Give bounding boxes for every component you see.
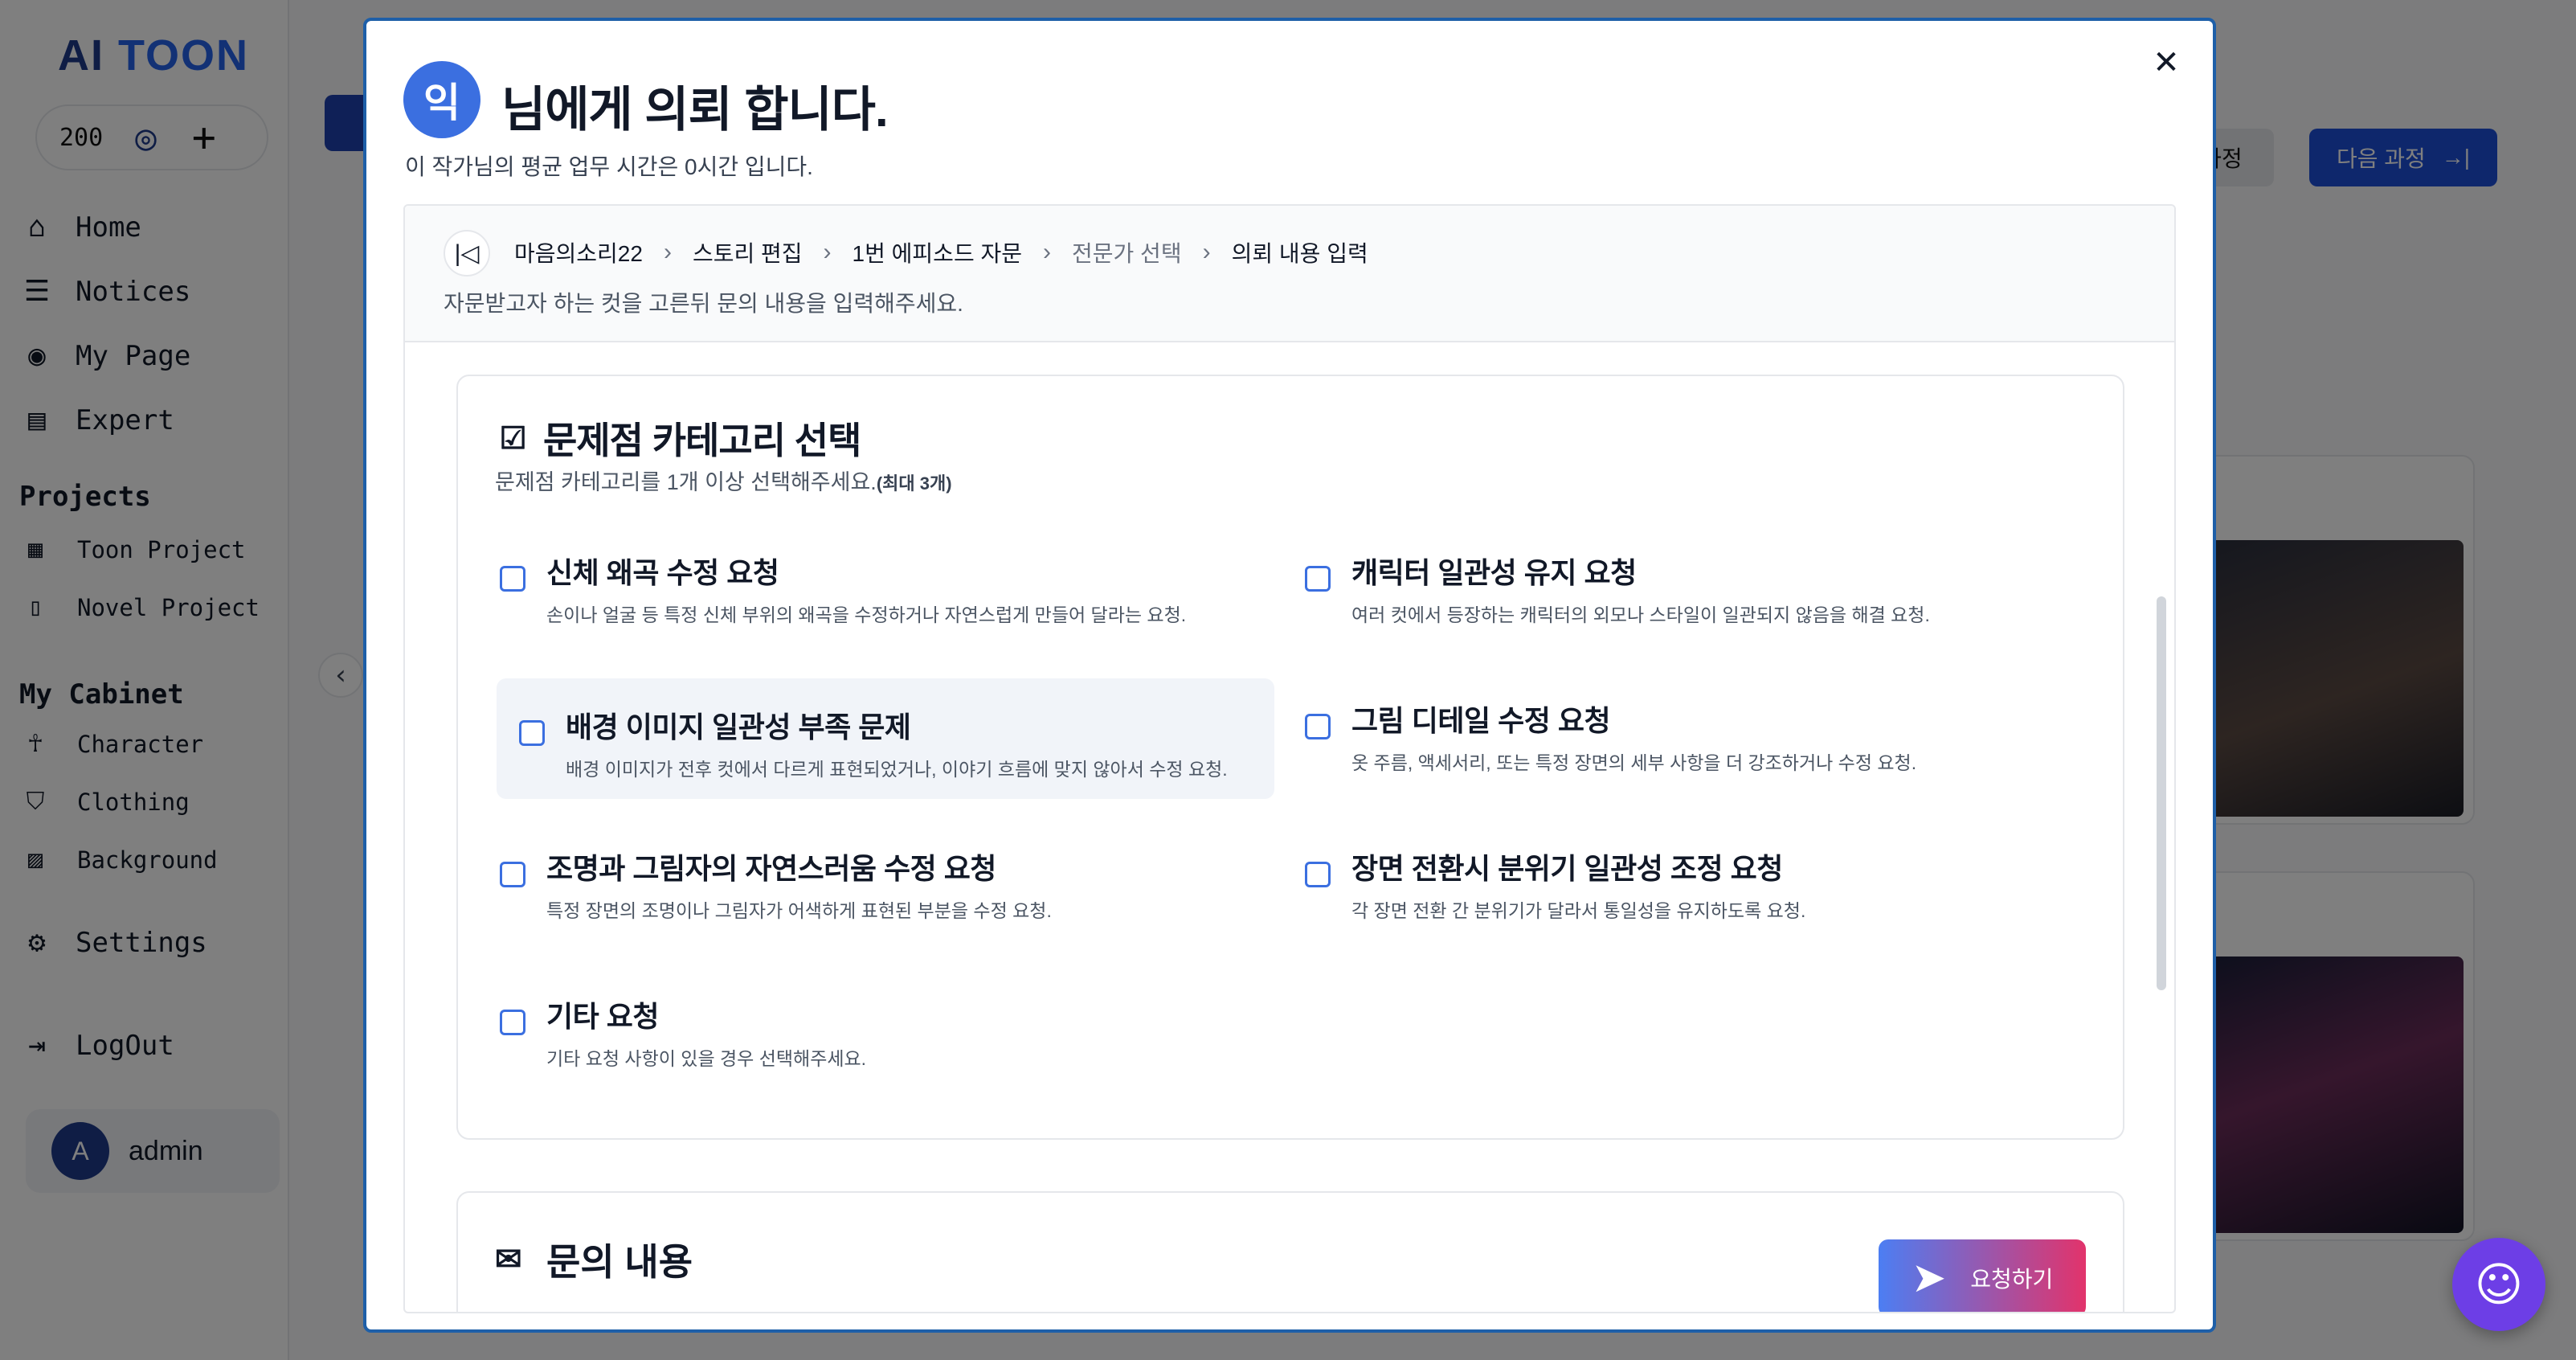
option-description: 각 장면 전환 간 분위기가 달라서 통일성을 유지하도록 요청. — [1351, 900, 1806, 921]
breadcrumb: 마음의소리22 › 스토리 편집 › 1번 에피소드 자문 › 전문가 선택 ›… — [514, 236, 1368, 268]
chevron-right-icon: › — [1202, 239, 1211, 265]
category-checkbox[interactable] — [500, 862, 525, 887]
category-section: ☑ 문제점 카테고리 선택 문제점 카테고리를 1개 이상 선택해주세요.(최대… — [456, 375, 2124, 1140]
mail-question-icon: ✉ — [495, 1242, 522, 1277]
modal-content: |◁ 마음의소리22 › 스토리 편집 › 1번 에피소드 자문 › 전문가 선… — [403, 204, 2176, 1313]
breadcrumb-area: |◁ 마음의소리22 › 스토리 편집 › 1번 에피소드 자문 › 전문가 선… — [405, 206, 2174, 342]
modal-subtitle: 이 작가님의 평균 업무 시간은 0시간 입니다. — [405, 154, 813, 179]
category-checkbox[interactable] — [1305, 566, 1331, 592]
request-button-label: 요청하기 — [1970, 1267, 2054, 1292]
option-title: 캐릭터 일관성 유지 요청 — [1351, 556, 1637, 589]
option-title: 기타 요청 — [546, 1000, 659, 1033]
breadcrumb-item[interactable]: 1번 에피소드 자문 — [853, 236, 1022, 268]
option-description: 손이나 얼굴 등 특정 신체 부위의 왜곡을 수정하거나 자연스럽게 만들어 달… — [546, 604, 1187, 625]
back-to-start-icon[interactable]: |◁ — [444, 230, 490, 277]
category-option[interactable]: 그림 디테일 수정 요청 옷 주름, 액세서리, 또는 특정 장면의 세부 사항… — [1282, 672, 2060, 793]
category-checkbox[interactable] — [500, 1010, 525, 1035]
modal-title: 님에게 의뢰 합니다. — [501, 83, 889, 137]
breadcrumb-hint: 자문받고자 하는 컷을 고른뒤 문의 내용을 입력해주세요. — [444, 291, 963, 316]
breadcrumb-item[interactable]: 마음의소리22 — [514, 236, 643, 268]
category-option[interactable]: 캐릭터 일관성 유지 요청 여러 컷에서 등장하는 캐릭터의 외모나 스타일이 … — [1282, 524, 2060, 645]
category-subtitle-text: 문제점 카테고리를 1개 이상 선택해주세요. — [495, 470, 877, 494]
category-checkbox[interactable] — [1305, 714, 1331, 739]
scrollbar[interactable] — [2157, 596, 2166, 990]
option-title: 조명과 그림자의 자연스러움 수정 요청 — [546, 852, 996, 885]
option-description: 배경 이미지가 전후 컷에서 다르게 표현되었거나, 이야기 흐름에 맞지 않아… — [566, 759, 1228, 780]
checklist-icon: ☑ — [499, 421, 526, 456]
chat-support-button[interactable]: ☺ — [2452, 1238, 2545, 1331]
option-description: 기타 요청 사항이 있을 경우 선택해주세요. — [546, 1048, 867, 1069]
option-title: 배경 이미지 일관성 부족 문제 — [566, 711, 911, 743]
category-title-text: 문제점 카테고리 선택 — [543, 420, 861, 461]
category-option[interactable]: 장면 전환시 분위기 일관성 조정 요청 각 장면 전환 간 분위기가 달라서 … — [1282, 820, 2060, 940]
breadcrumb-item[interactable]: 스토리 편집 — [693, 236, 803, 268]
inquiry-title: ✉ 문의 내용 — [495, 1233, 693, 1286]
category-option[interactable]: 조명과 그림자의 자연스러움 수정 요청 특정 장면의 조명이나 그림자가 어색… — [477, 820, 1255, 940]
category-subtitle: 문제점 카테고리를 1개 이상 선택해주세요.(최대 3개) — [495, 465, 952, 496]
chevron-right-icon: › — [663, 239, 672, 265]
option-title: 장면 전환시 분위기 일관성 조정 요청 — [1351, 852, 1783, 885]
option-description: 특정 장면의 조명이나 그림자가 어색하게 표현된 부분을 수정 요청. — [546, 900, 1052, 921]
category-max-note: (최대 3개) — [876, 473, 952, 494]
chat-icon: ☺ — [2474, 1257, 2524, 1312]
category-checkbox[interactable] — [519, 720, 545, 746]
option-title: 그림 디테일 수정 요청 — [1351, 704, 1611, 737]
category-checkbox[interactable] — [500, 566, 525, 592]
option-description: 옷 주름, 액세서리, 또는 특정 장면의 세부 사항을 더 강조하거나 수정 … — [1351, 752, 1917, 773]
option-title: 신체 왜곡 수정 요청 — [546, 556, 779, 589]
close-icon[interactable]: ✕ — [2147, 43, 2186, 82]
category-checkbox[interactable] — [1305, 862, 1331, 887]
breadcrumb-current: 의뢰 내용 입력 — [1231, 241, 1368, 266]
option-description: 여러 컷에서 등장하는 캐릭터의 외모나 스타일이 일관되지 않음을 해결 요청… — [1351, 604, 1930, 625]
request-modal: ✕ 익 님에게 의뢰 합니다. 이 작가님의 평균 업무 시간은 0시간 입니다… — [363, 18, 2216, 1333]
inquiry-section: ✉ 문의 내용 ➤ 요청하기 — [456, 1191, 2124, 1312]
chevron-right-icon: › — [1043, 239, 1051, 265]
request-button[interactable]: ➤ 요청하기 — [1879, 1239, 2086, 1312]
category-option[interactable]: 배경 이미지 일관성 부족 문제 배경 이미지가 전후 컷에서 다르게 표현되었… — [497, 678, 1274, 799]
chevron-right-icon: › — [823, 239, 832, 265]
expert-avatar: 익 — [403, 61, 480, 138]
category-option[interactable]: 신체 왜곡 수정 요청 손이나 얼굴 등 특정 신체 부위의 왜곡을 수정하거나… — [477, 524, 1255, 645]
send-icon: ➤ — [1911, 1255, 1947, 1301]
category-title: ☑ 문제점 카테고리 선택 — [495, 412, 861, 465]
inquiry-title-text: 문의 내용 — [546, 1241, 693, 1283]
category-option[interactable]: 기타 요청 기타 요청 사항이 있을 경우 선택해주세요. — [477, 968, 1255, 1088]
breadcrumb-item[interactable]: 전문가 선택 — [1072, 236, 1182, 268]
